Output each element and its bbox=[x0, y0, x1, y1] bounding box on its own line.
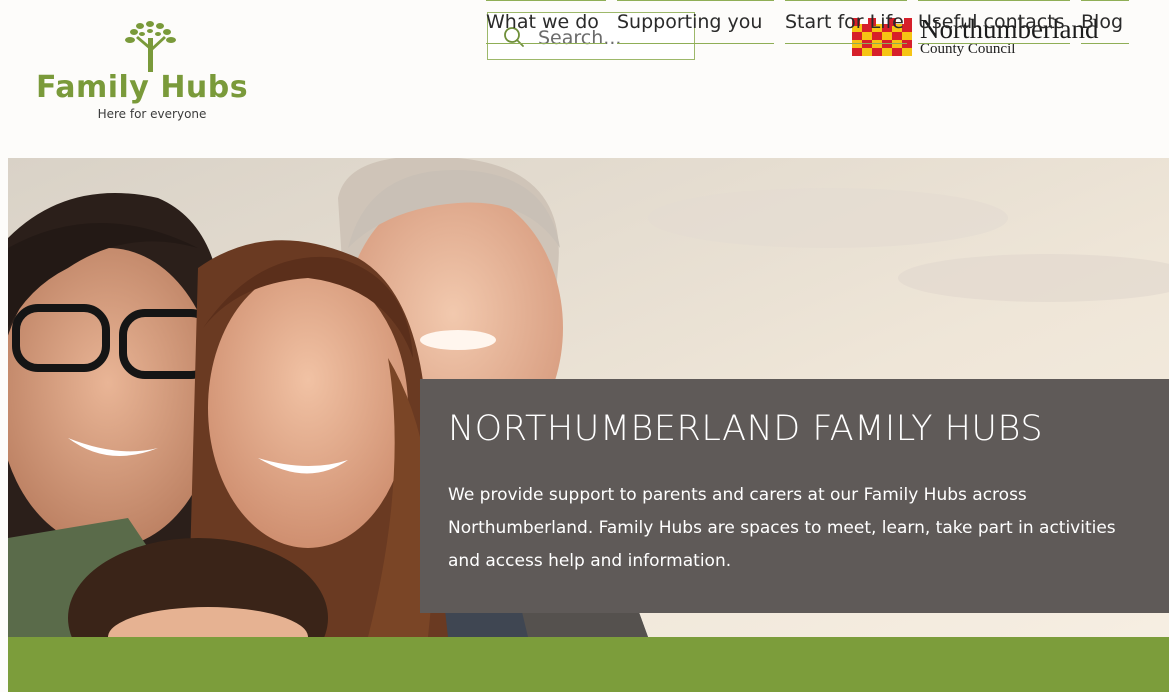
green-band bbox=[8, 637, 1169, 692]
nav-supporting-you[interactable]: Supporting you bbox=[617, 0, 774, 44]
logo-tagline: Here for everyone bbox=[97, 107, 207, 121]
nav-what-we-do[interactable]: What we do bbox=[486, 0, 606, 44]
hero-banner: NORTHUMBERLAND FAMILY HUBS We provide su… bbox=[8, 158, 1169, 637]
nav-start-for-life[interactable]: Start for Life bbox=[785, 0, 907, 44]
logo-word-hubs: Hubs bbox=[160, 70, 249, 105]
hero-text-panel: NORTHUMBERLAND FAMILY HUBS We provide su… bbox=[420, 379, 1169, 613]
nav-blog[interactable]: Blog bbox=[1081, 0, 1129, 44]
logo-wordmark: Family Hubs bbox=[36, 70, 256, 105]
logo-word-family: Family bbox=[36, 70, 150, 105]
hero-description: We provide support to parents and carers… bbox=[448, 485, 1116, 571]
family-hubs-logo[interactable]: Family Hubs Here for everyone bbox=[36, 20, 256, 130]
tree-icon bbox=[125, 21, 176, 72]
site-header: Family Hubs Here for everyone Search... … bbox=[0, 0, 1169, 158]
nav-useful-contacts[interactable]: Useful contacts bbox=[918, 0, 1070, 44]
hero-title: NORTHUMBERLAND FAMILY HUBS bbox=[448, 409, 1044, 449]
